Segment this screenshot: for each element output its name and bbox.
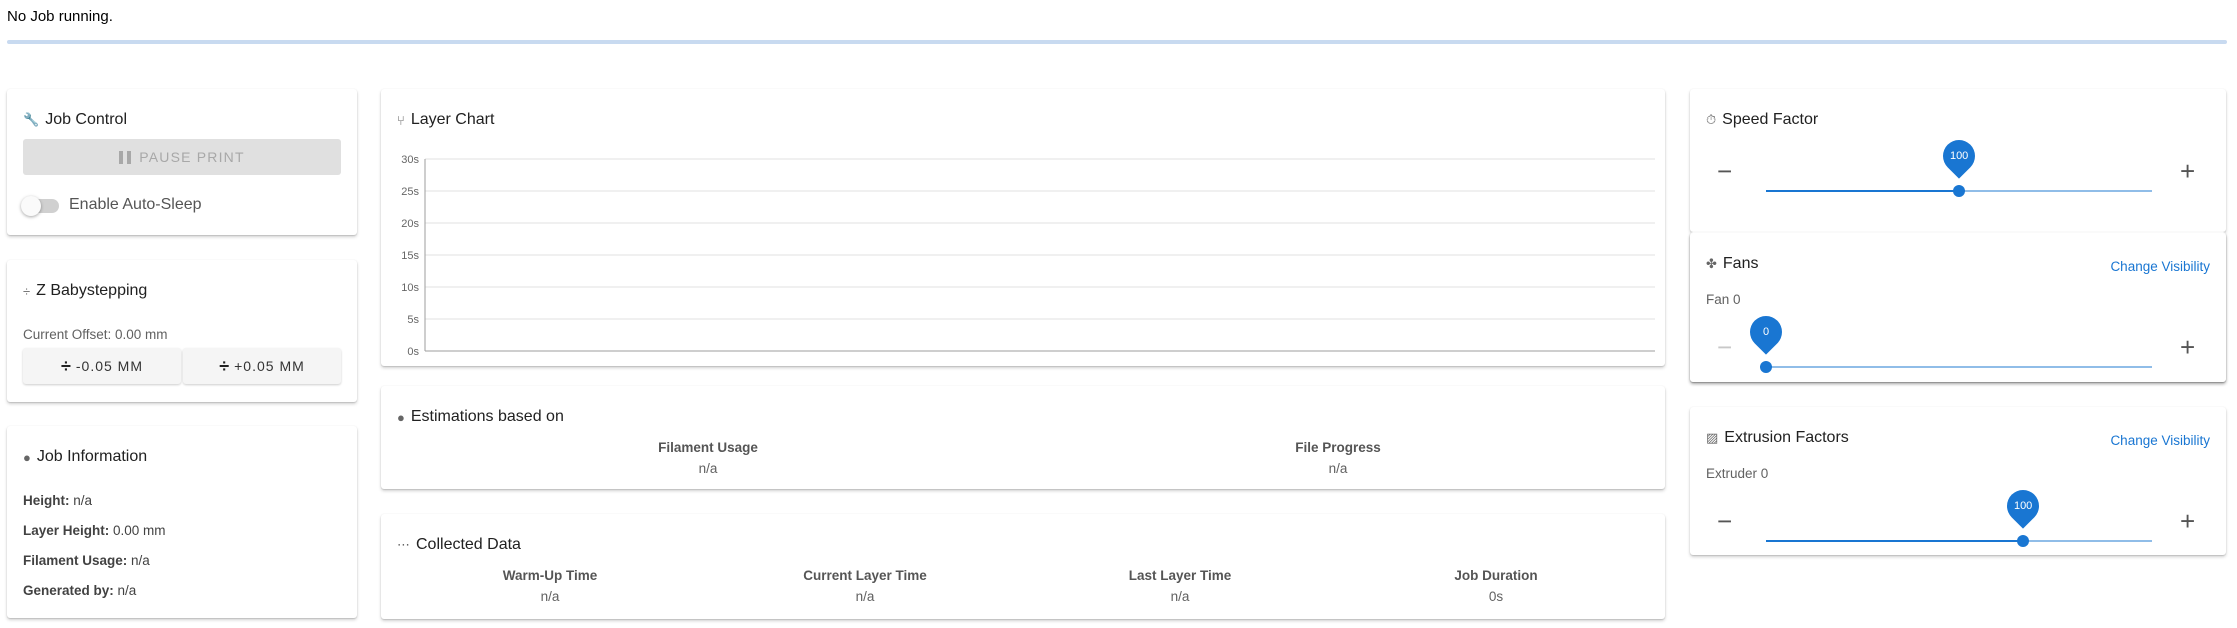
chart-y-tick-label: 15s bbox=[401, 250, 419, 262]
pause-print-button[interactable]: PAUSE PRINT bbox=[23, 139, 341, 175]
speed-decrease-button[interactable]: − bbox=[1717, 158, 1732, 184]
babystep-down-button[interactable]: ÷ -0.05 MM bbox=[23, 348, 181, 384]
job-control-card: 🔧 Job Control PAUSE PRINT Enable Auto-Sl… bbox=[7, 89, 357, 235]
babystep-up-button[interactable]: ÷ +0.05 MM bbox=[183, 348, 341, 384]
speed-slider-thumb[interactable] bbox=[1953, 185, 1965, 197]
fan-decrease-button[interactable]: − bbox=[1717, 334, 1732, 360]
extrusion-decrease-button[interactable]: − bbox=[1717, 508, 1732, 534]
chart-y-tick-label: 0s bbox=[407, 346, 419, 358]
fan-0-label: Fan 0 bbox=[1706, 292, 1741, 307]
job-control-title: 🔧 Job Control bbox=[23, 111, 128, 128]
extrusion-factors-card: ▨ Extrusion Factors Change Visibility Ex… bbox=[1690, 407, 2226, 555]
layer-chart-card: ⑂ Layer Chart 0s 5s 10s 15s 20s 25s 30s bbox=[381, 89, 1665, 366]
chart-y-tick-label: 20s bbox=[401, 218, 419, 230]
info-height: Height: n/a bbox=[23, 493, 93, 508]
fan-icon: ✤ bbox=[1706, 256, 1717, 271]
extruder-0-label: Extruder 0 bbox=[1706, 466, 1769, 481]
info-generated-by: Generated by: n/a bbox=[23, 583, 137, 598]
collected-last-layer-time: Last Layer Time n/a bbox=[1128, 568, 1232, 604]
dots-icon: ⋯ bbox=[397, 537, 410, 552]
speed-increase-button[interactable]: + bbox=[2180, 158, 2195, 184]
current-offset-text: Current Offset: 0.00 mm bbox=[23, 327, 168, 342]
speed-factor-card: ⏱ Speed Factor − 100 + bbox=[1690, 89, 2226, 232]
fans-title: ✤ Fans bbox=[1706, 255, 1759, 272]
info-icon: ● bbox=[23, 449, 31, 465]
job-information-title: ● Job Information bbox=[23, 448, 148, 465]
collected-warmup-time: Warm-Up Time n/a bbox=[502, 568, 598, 604]
split-vertical-icon: ÷ bbox=[219, 355, 231, 376]
wrench-icon: 🔧 bbox=[23, 112, 40, 127]
speedometer-icon: ⏱ bbox=[1706, 112, 1717, 127]
chart-y-tick-label: 10s bbox=[401, 282, 419, 294]
estimations-title: ● Estimations based on bbox=[397, 408, 564, 425]
collected-data-title: ⋯ Collected Data bbox=[397, 536, 521, 553]
z-babystepping-title: ÷ Z Babystepping bbox=[23, 282, 148, 299]
clock-icon: ● bbox=[397, 409, 405, 425]
pause-icon bbox=[119, 150, 132, 164]
info-filament-usage: Filament Usage: n/a bbox=[23, 553, 150, 568]
job-progress-bar bbox=[7, 40, 2227, 44]
split-vertical-icon: ÷ bbox=[60, 355, 72, 376]
collected-data-card: ⋯ Collected Data Warm-Up Time n/a Curren… bbox=[381, 514, 1665, 619]
extrusion-change-visibility-link[interactable]: Change Visibility bbox=[2110, 433, 2210, 448]
speed-factor-title: ⏱ Speed Factor bbox=[1706, 111, 1819, 128]
chart-y-tick-label: 25s bbox=[401, 186, 419, 198]
job-information-card: ● Job Information Height: n/a Layer Heig… bbox=[7, 426, 357, 618]
info-layer-height: Layer Height: 0.00 mm bbox=[23, 523, 166, 538]
extrusion-factors-title: ▨ Extrusion Factors bbox=[1706, 429, 1849, 446]
chart-y-tick-label: 5s bbox=[407, 314, 419, 326]
split-vertical-icon: ÷ bbox=[23, 283, 31, 299]
fans-change-visibility-link[interactable]: Change Visibility bbox=[2110, 259, 2210, 274]
collected-current-layer-time: Current Layer Time n/a bbox=[803, 568, 927, 604]
auto-sleep-toggle[interactable] bbox=[21, 196, 59, 216]
fan-increase-button[interactable]: + bbox=[2180, 334, 2195, 360]
speed-value-label: 100 bbox=[1936, 133, 1982, 179]
fan-value-label: 0 bbox=[1743, 309, 1789, 355]
extrusion-slider[interactable]: 100 bbox=[1766, 483, 2152, 547]
fan-slider-thumb[interactable] bbox=[1760, 361, 1772, 373]
auto-sleep-label: Enable Auto-Sleep bbox=[69, 196, 202, 213]
z-babystepping-card: ÷ Z Babystepping Current Offset: 0.00 mm… bbox=[7, 260, 357, 402]
estimation-file-progress: File Progress n/a bbox=[1295, 440, 1381, 476]
layer-chart-plot: 0s 5s 10s 15s 20s 25s 30s bbox=[401, 154, 1655, 358]
extrusion-slider-thumb[interactable] bbox=[2017, 535, 2030, 547]
texture-icon: ▨ bbox=[1706, 430, 1719, 445]
job-status-text: No Job running. bbox=[7, 8, 113, 25]
extrusion-value-label: 100 bbox=[2000, 483, 2046, 529]
fan-slider[interactable]: 0 bbox=[1743, 309, 2152, 373]
estimations-card: ● Estimations based on Filament Usage n/… bbox=[381, 386, 1665, 489]
collected-job-duration: Job Duration 0s bbox=[1454, 568, 1538, 604]
fans-card-body: ✤ Fans Change Visibility Fan 0 − 0 + bbox=[1690, 233, 2226, 382]
extrusion-increase-button[interactable]: + bbox=[2180, 508, 2195, 534]
chart-y-tick-label: 30s bbox=[401, 154, 419, 166]
speed-slider[interactable]: 100 bbox=[1766, 133, 2152, 197]
estimation-filament-usage: Filament Usage n/a bbox=[658, 440, 758, 476]
